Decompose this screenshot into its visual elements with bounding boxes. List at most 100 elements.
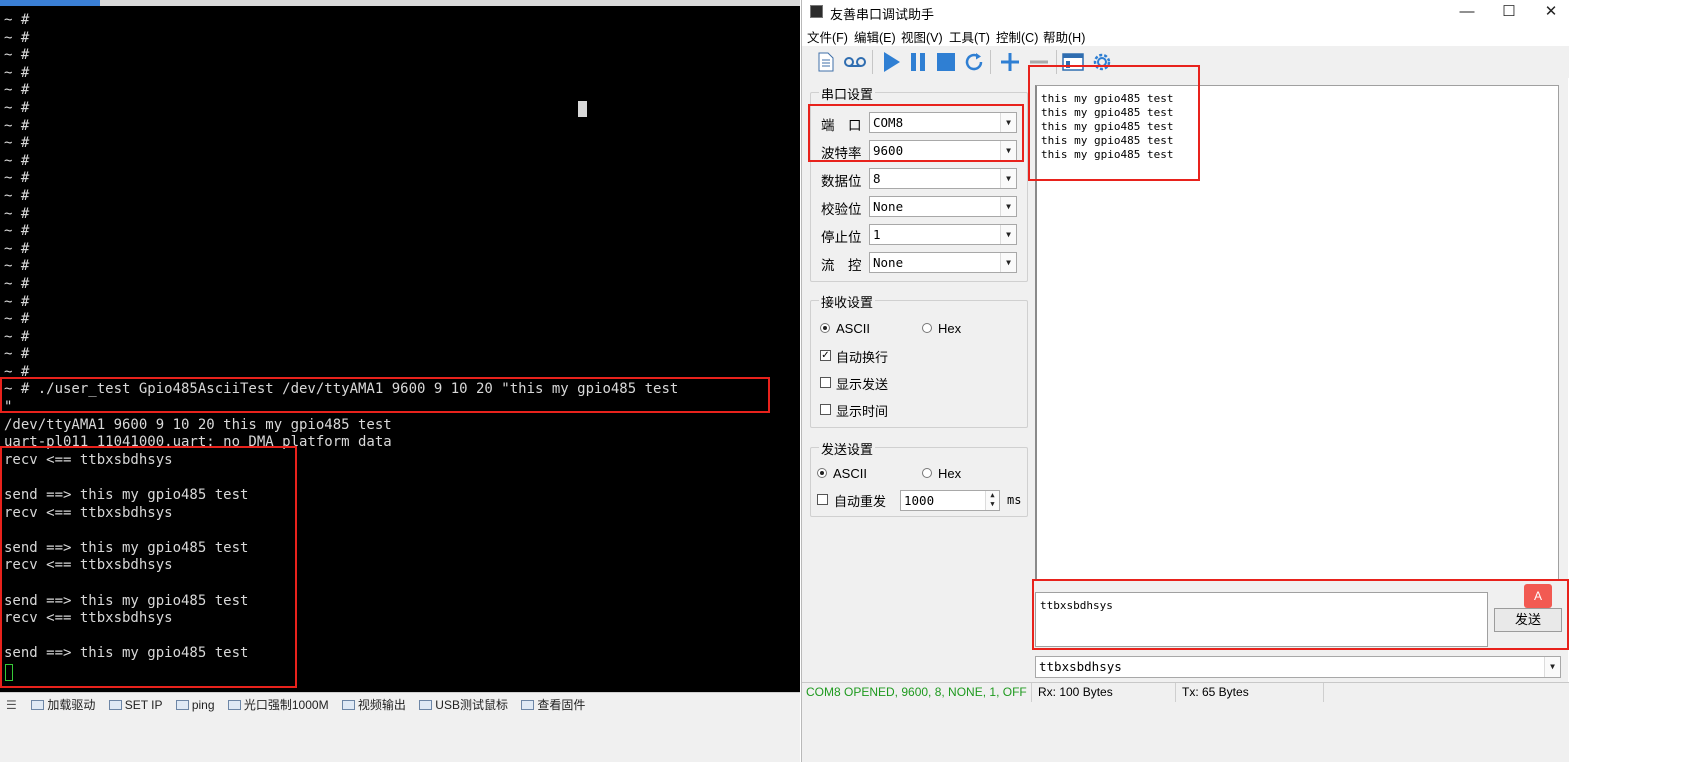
receive-ascii-label: ASCII: [836, 321, 870, 336]
quick-command-label: 加载驱动: [47, 698, 96, 712]
terminal-line: ~ #: [4, 170, 30, 187]
connection-status: COM8 OPENED, 9600, 8, NONE, 1, OFF: [802, 683, 1032, 703]
auto-resend-checkbox[interactable]: [817, 494, 828, 505]
send-hex-label: Hex: [938, 466, 962, 481]
terminal-line: ~ #: [4, 82, 30, 99]
stopbits-select[interactable]: 1 ▼: [869, 224, 1017, 245]
translate-icon[interactable]: A: [1524, 584, 1552, 608]
quick-command-button[interactable]: 加载驱动: [31, 696, 95, 713]
menu-control[interactable]: 控制(C): [996, 27, 1038, 46]
send-settings-title: 发送设置: [819, 439, 876, 458]
show-send-label: 显示发送: [836, 377, 889, 392]
terminal-line: ": [4, 399, 13, 416]
terminal-window[interactable]: ~ # ~ # ~ # ~ # ~ # ~ # ~ # ~ # ~ # ~ # ~ # ~ # ~ # ~…: [0, 0, 800, 762]
chevron-down-icon[interactable]: ▼: [1000, 169, 1016, 188]
terminal-line: ~ #: [4, 275, 30, 292]
menu-edit[interactable]: 编辑(E): [854, 27, 896, 46]
terminal-line: ~ #: [4, 363, 30, 380]
terminal-line: send ==> this my gpio485 test: [4, 645, 249, 662]
terminal-tab[interactable]: [0, 0, 100, 6]
quick-command-label: 查看固件: [537, 698, 586, 712]
quick-command-button[interactable]: 视频输出: [341, 696, 406, 713]
desktop: ~ # ~ # ~ # ~ # ~ # ~ # ~ # ~ # ~ # ~ # ~ # ~ # ~ # ~…: [0, 0, 1693, 762]
text-cursor-icon: [578, 101, 587, 117]
auto-wrap-label: 自动换行: [836, 350, 889, 365]
send-history-select[interactable]: ttbxsbdhsys ▼: [1035, 656, 1561, 678]
resend-interval-stepper[interactable]: 1000 ▲ ▼: [900, 490, 1000, 511]
databits-label: 数据位: [821, 174, 862, 189]
maximize-button[interactable]: ☐: [1494, 2, 1524, 22]
auto-wrap-checkbox[interactable]: ✓: [820, 350, 831, 361]
resend-interval-value: 1000: [904, 493, 935, 508]
quick-command-button[interactable]: ping: [175, 698, 215, 712]
quick-command-label: ping: [191, 698, 215, 712]
send-textarea[interactable]: ttbxsbdhsys: [1035, 592, 1488, 647]
minus-icon[interactable]: [1026, 49, 1052, 75]
terminal-line: recv <== ttbxsbdhsys: [4, 504, 173, 521]
terminal-line: ~ #: [4, 223, 30, 240]
spin-arrows-icon[interactable]: ▲ ▼: [985, 491, 999, 510]
stop-icon[interactable]: [933, 49, 959, 75]
databits-select[interactable]: 8 ▼: [869, 168, 1017, 189]
terminal-line: ~ #: [4, 135, 30, 152]
port-select[interactable]: COM8 ▼: [869, 112, 1017, 133]
serial-assistant-window: 友善串口调试助手 — ☐ ✕ 文件(F) 编辑(E) 视图(V) 工具(T) 控…: [801, 0, 1569, 762]
window-icon[interactable]: [1060, 49, 1086, 75]
menu-help[interactable]: 帮助(H): [1043, 27, 1085, 46]
menu-view[interactable]: 视图(V): [901, 27, 943, 46]
record-icon[interactable]: [842, 49, 868, 75]
chevron-down-icon[interactable]: ▼: [1000, 141, 1016, 160]
receive-ascii-radio[interactable]: [820, 323, 830, 333]
terminal-line: recv <== ttbxsbdhsys: [4, 451, 173, 468]
minimize-button[interactable]: —: [1452, 2, 1482, 22]
quick-command-bar: ☰ 加载驱动 SET IP ping 光口强制1000M 视频输出 USB测试鼠…: [0, 692, 800, 762]
terminal-line: recv <== ttbxsbdhsys: [4, 557, 173, 574]
play-icon[interactable]: [878, 49, 904, 75]
quick-command-label: 光口强制1000M: [243, 698, 329, 712]
menu-icon[interactable]: ☰: [6, 698, 20, 712]
terminal-line: ~ #: [4, 152, 30, 169]
send-hex-radio[interactable]: [922, 468, 932, 478]
new-file-icon[interactable]: [813, 49, 839, 75]
send-ascii-radio[interactable]: [817, 468, 827, 478]
baud-select[interactable]: 9600 ▼: [869, 140, 1017, 161]
menu-file[interactable]: 文件(F): [807, 27, 848, 46]
app-icon: [810, 5, 823, 18]
quick-command-button[interactable]: USB测试鼠标: [419, 696, 508, 713]
settings-gear-icon[interactable]: [1089, 49, 1115, 75]
receive-hex-radio[interactable]: [922, 323, 932, 333]
quick-command-button[interactable]: SET IP: [108, 698, 163, 712]
receive-textarea[interactable]: this my gpio485 test this my gpio485 tes…: [1035, 85, 1559, 580]
chevron-down-icon[interactable]: ▼: [1544, 657, 1560, 677]
title-bar[interactable]: 友善串口调试助手 — ☐ ✕: [802, 0, 1569, 24]
chevron-down-icon[interactable]: ▼: [1000, 253, 1016, 272]
flow-value: None: [873, 255, 904, 270]
baud-label: 波特率: [821, 146, 862, 161]
command-icon: [419, 700, 433, 710]
terminal-line: ~ #: [4, 258, 30, 275]
quick-command-button[interactable]: 查看固件: [521, 696, 585, 713]
chevron-down-icon[interactable]: ▼: [1000, 113, 1016, 132]
terminal-line: ~ #: [4, 311, 30, 328]
terminal-cursor: [5, 664, 13, 681]
send-text: ttbxsbdhsys: [1040, 599, 1113, 612]
pause-icon[interactable]: [905, 49, 931, 75]
plus-icon[interactable]: [997, 49, 1023, 75]
show-time-checkbox[interactable]: [820, 404, 831, 415]
menu-tools[interactable]: 工具(T): [949, 27, 990, 46]
window-bottom-area: [802, 702, 1569, 762]
quick-command-button[interactable]: 光口强制1000M: [227, 696, 329, 713]
parity-select[interactable]: None ▼: [869, 196, 1017, 217]
chevron-down-icon[interactable]: ▼: [1000, 225, 1016, 244]
chevron-down-icon[interactable]: ▼: [1000, 197, 1016, 216]
refresh-icon[interactable]: [961, 49, 987, 75]
flow-select[interactable]: None ▼: [869, 252, 1017, 273]
toolbar-separator: [990, 50, 991, 74]
show-send-checkbox[interactable]: [820, 377, 831, 388]
tx-count: Tx: 65 Bytes: [1178, 683, 1324, 703]
send-button[interactable]: 发送: [1494, 608, 1562, 632]
close-button[interactable]: ✕: [1536, 2, 1566, 22]
